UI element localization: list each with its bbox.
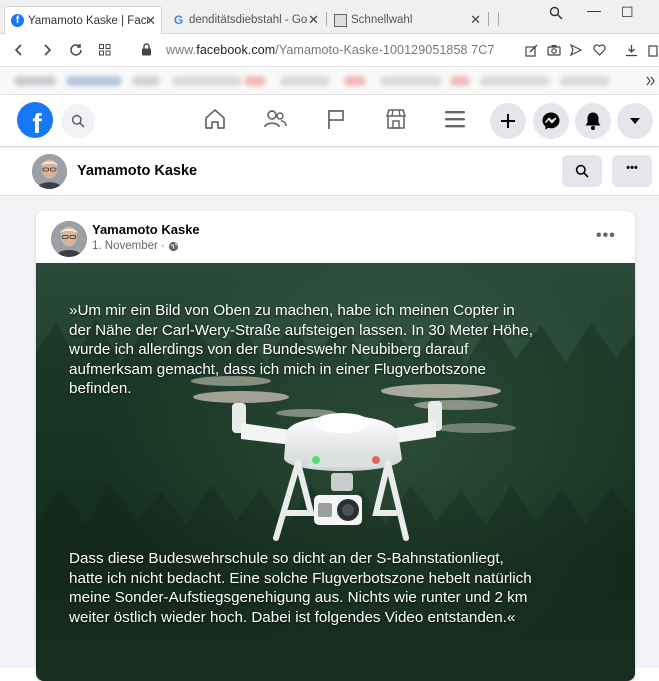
back-icon[interactable] xyxy=(13,44,25,56)
text-line: »Um mir ein Bild von Oben zu machen, hab… xyxy=(69,302,515,319)
text-line: meine Sonder-Aufstiegsgenehigung aus. Ni… xyxy=(69,589,528,606)
post-card: Yamamoto Kaske 1. November · ••• »Um mir… xyxy=(36,211,635,681)
close-tab-icon[interactable]: ✕ xyxy=(470,12,481,28)
speed-dial-grid-icon[interactable] xyxy=(99,44,111,56)
post-meta: 1. November · xyxy=(92,240,179,252)
post-author-avatar[interactable] xyxy=(51,221,87,257)
plus-icon xyxy=(501,114,515,128)
meta-separator: · xyxy=(160,240,165,252)
address-bar-row: www.facebook.com/Yamamoto-Kaske-10012905… xyxy=(0,34,659,67)
clipboard-icon[interactable] xyxy=(648,44,658,57)
tab-separator xyxy=(326,12,327,26)
post-image[interactable]: »Um mir ein Bild von Oben zu machen, hab… xyxy=(36,263,635,681)
page-title[interactable]: Yamamoto Kaske xyxy=(77,163,197,179)
lock-icon[interactable] xyxy=(141,43,152,56)
bookmark-item[interactable] xyxy=(344,76,366,86)
bookmarks-bar xyxy=(0,67,659,95)
tab-facebook[interactable]: f Yamamoto Kaske | Faceb ✕ xyxy=(4,6,162,34)
edit-page-icon[interactable] xyxy=(525,44,538,57)
tab-label: Yamamoto Kaske | Faceb xyxy=(28,14,148,27)
maximize-window-icon[interactable]: ☐ xyxy=(621,4,634,21)
text-line: aufmerksam gemacht, dass ich mich in ein… xyxy=(69,360,486,378)
tab-google[interactable]: G denditätsdiebstahl - Go ✕ xyxy=(166,6,324,34)
close-tab-icon[interactable]: ✕ xyxy=(145,13,156,29)
bookmark-item[interactable] xyxy=(480,76,550,86)
heart-bookmark-icon[interactable] xyxy=(593,44,606,56)
notifications-bell-icon xyxy=(585,112,601,130)
menu-icon[interactable] xyxy=(444,107,466,131)
search-tabs-icon[interactable] xyxy=(549,6,563,23)
text-line: hatte ich nicht bedacht. Eine solche Flu… xyxy=(69,569,532,587)
bookmark-item[interactable] xyxy=(132,76,160,86)
marketplace-icon[interactable] xyxy=(384,107,408,131)
minimize-window-icon[interactable]: — xyxy=(587,2,601,18)
friends-icon[interactable] xyxy=(263,107,287,131)
post-author-name[interactable]: Yamamoto Kaske xyxy=(92,222,200,237)
forward-icon[interactable] xyxy=(41,44,53,56)
url-field[interactable]: www.facebook.com/Yamamoto-Kaske-10012905… xyxy=(166,43,494,57)
bookmark-item[interactable] xyxy=(66,76,122,86)
tab-separator xyxy=(488,12,489,26)
profile-photo-icon xyxy=(32,154,67,189)
messenger-button[interactable] xyxy=(533,103,569,139)
facebook-favicon-icon: f xyxy=(11,14,24,27)
bookmark-item[interactable] xyxy=(244,76,266,86)
download-icon[interactable] xyxy=(625,44,638,57)
news-feed: Yamamoto Kaske 1. November · ••• »Um mir… xyxy=(0,197,659,681)
notifications-button[interactable] xyxy=(575,103,611,139)
speed-dial-favicon-icon xyxy=(334,13,347,27)
page-more-button[interactable]: ••• xyxy=(612,155,652,187)
post-text-top: »Um mir ein Bild von Oben zu machen, hab… xyxy=(69,301,619,399)
bookmark-item[interactable] xyxy=(450,76,470,86)
tab-speed-dial[interactable]: Schnellwahl ✕ xyxy=(328,6,486,34)
post-text-bottom: Dass diese Budeswehrschule so dicht an d… xyxy=(69,549,619,627)
bookmark-item[interactable] xyxy=(14,76,56,86)
tab-label: Schnellwahl xyxy=(351,14,413,26)
text-line: befinden. xyxy=(69,380,132,397)
home-icon[interactable] xyxy=(203,107,227,131)
tab-separator xyxy=(498,12,499,26)
messenger-icon xyxy=(542,112,560,130)
text-line: Dass diese Budeswehrschule so dicht an d… xyxy=(69,550,504,567)
chevron-down-icon xyxy=(630,118,640,124)
profile-photo-icon xyxy=(51,221,87,257)
globe-public-icon[interactable] xyxy=(168,241,179,252)
account-dropdown-button[interactable] xyxy=(617,103,653,139)
page-header: Yamamoto Kaske ••• xyxy=(0,148,659,196)
reload-icon[interactable] xyxy=(69,43,83,57)
search-icon xyxy=(575,164,589,178)
send-icon[interactable] xyxy=(570,44,582,56)
bookmark-item[interactable] xyxy=(280,76,330,86)
more-options-icon: ••• xyxy=(626,162,638,174)
close-tab-icon[interactable]: ✕ xyxy=(308,12,319,28)
page-avatar[interactable] xyxy=(32,154,67,189)
browser-tab-bar: f Yamamoto Kaske | Faceb ✕ G denditätsdi… xyxy=(0,0,659,34)
search-icon xyxy=(71,114,85,128)
bookmark-item[interactable] xyxy=(380,76,442,86)
camera-snapshot-icon[interactable] xyxy=(547,44,561,56)
create-button[interactable] xyxy=(490,103,526,139)
post-date[interactable]: 1. November xyxy=(92,240,158,252)
text-line: weiter östlich wieder hoch. Dabei ist fo… xyxy=(69,608,516,626)
post-options-icon[interactable]: ••• xyxy=(596,227,616,245)
google-favicon-icon: G xyxy=(173,12,184,27)
facebook-top-navigation: f xyxy=(0,95,659,147)
more-bookmarks-chevron-icon[interactable] xyxy=(646,76,656,86)
page-search-button[interactable] xyxy=(562,155,602,187)
facebook-search-button[interactable] xyxy=(61,104,95,138)
bookmark-item[interactable] xyxy=(560,76,610,86)
tab-label: denditätsdiebstahl - Go xyxy=(189,14,308,26)
text-line: wurde ich allerdings von der Bundeswehr … xyxy=(69,341,469,358)
pages-flag-icon[interactable] xyxy=(324,107,348,131)
text-line: der Nähe der Carl-Wery-Straße aufsteigen… xyxy=(69,321,533,339)
bookmark-item[interactable] xyxy=(172,76,242,86)
facebook-logo-icon[interactable]: f xyxy=(17,102,53,138)
